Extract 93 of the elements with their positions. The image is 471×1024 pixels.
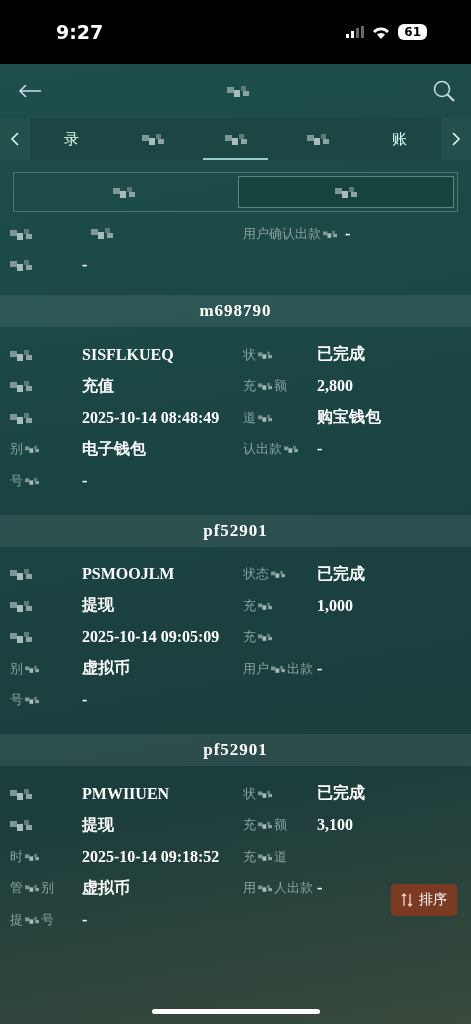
field-label: 额 <box>274 816 287 835</box>
pixelated-label <box>10 819 32 832</box>
field-label: 状 <box>243 784 256 803</box>
field-label: 号 <box>10 471 23 490</box>
pixelated-label <box>10 631 32 644</box>
field-value: - <box>82 910 88 928</box>
field-value: - <box>317 879 323 898</box>
field-value: 2025-10-14 09:05:09 <box>82 628 220 646</box>
field-value: 充值 <box>82 376 114 394</box>
field-value: 购宝钱包 <box>317 407 381 428</box>
field-label: 状态 <box>243 565 269 584</box>
card-title: pf52901 <box>0 734 471 766</box>
field-value: - <box>345 224 351 243</box>
field-value: 1,000 <box>317 596 353 615</box>
pixelated-label <box>25 443 39 456</box>
field-value: 3,100 <box>317 816 353 835</box>
scroll-right-button[interactable] <box>441 118 471 160</box>
field-value: 电子钱包 <box>82 439 146 457</box>
field-value: 已完成 <box>317 563 365 584</box>
pixelated-label <box>10 599 32 612</box>
pixelated-label <box>284 443 298 456</box>
field-label: 用户确认出款 <box>243 224 321 243</box>
field-label: 提 <box>10 910 23 929</box>
pixelated-label <box>10 568 32 581</box>
field-label: 出款 <box>287 659 313 678</box>
field-label: 充 <box>243 596 256 615</box>
field-label: 充 <box>243 847 256 866</box>
clock-time: 9:27 <box>56 21 104 43</box>
tab[interactable]: 账 <box>358 118 441 160</box>
tab[interactable]: 录 <box>30 118 113 160</box>
pixelated-label <box>258 380 272 393</box>
pixelated-label <box>10 787 32 800</box>
pixelated-label <box>25 694 39 707</box>
field-label: 别 <box>10 659 23 678</box>
field-value: - <box>82 471 88 489</box>
field-label: 别 <box>10 440 23 459</box>
field-value: - <box>317 659 323 678</box>
field-label: 用户 <box>243 659 269 678</box>
pixelated-label <box>271 568 285 581</box>
field-label: 道 <box>274 847 287 866</box>
field-value: - <box>82 256 88 274</box>
wifi-icon <box>372 25 391 39</box>
pixelated-label <box>258 882 272 895</box>
pixelated-label <box>25 882 39 895</box>
pixelated-label <box>10 259 32 272</box>
field-value: 2025-10-14 08:48:49 <box>82 408 220 426</box>
sort-icon <box>401 893 413 907</box>
field-label: 用 <box>243 879 256 898</box>
scroll-left-button[interactable] <box>0 118 30 160</box>
field-label: 人出款 <box>274 879 313 898</box>
field-value: 提现 <box>82 596 114 614</box>
pixelated-label <box>332 186 359 198</box>
field-value: - <box>317 440 323 459</box>
field-value: - <box>82 691 88 709</box>
field-label: 管 <box>10 879 23 898</box>
field-label: 状 <box>243 345 256 364</box>
field-label: 充 <box>243 628 256 647</box>
pixelated-label <box>10 227 32 240</box>
segment-option[interactable] <box>237 176 454 208</box>
field-label: 时 <box>10 847 23 866</box>
field-value: 提现 <box>82 815 114 833</box>
card-title: m698790 <box>0 295 471 327</box>
field-value: PSMOOJLM <box>82 565 175 583</box>
field-label: 号 <box>41 910 54 929</box>
field-label: 别 <box>41 879 54 898</box>
field-value: SISFLKUEQ <box>82 345 174 363</box>
chevron-right-icon <box>451 132 461 146</box>
battery-level: 61 <box>398 24 427 40</box>
chevron-left-icon <box>10 132 20 146</box>
field-value: 已完成 <box>317 783 365 804</box>
pixelated-label <box>258 631 272 644</box>
pixelated-label <box>258 819 272 832</box>
signal-icon <box>346 26 365 38</box>
pixelated-label <box>10 380 32 393</box>
card-title: pf52901 <box>0 514 471 547</box>
search-icon[interactable] <box>433 80 455 102</box>
field-label: 充 <box>243 816 256 835</box>
field-value: PMWIIUEN <box>82 784 170 802</box>
back-arrow-icon[interactable] <box>18 83 42 99</box>
field-label: 号 <box>10 691 23 710</box>
field-value: 2,800 <box>317 377 353 396</box>
field-label: 充 <box>243 377 256 396</box>
pixelated-label <box>10 411 32 424</box>
field-value: 虚拟币 <box>82 659 130 677</box>
field-value: 2025-10-14 09:18:52 <box>82 847 220 865</box>
field-label: 道 <box>243 408 256 427</box>
field-label: 认出款 <box>243 440 282 459</box>
pixelated-label <box>111 186 138 198</box>
sort-button[interactable]: 排序 <box>391 884 457 916</box>
pixelated-label <box>10 348 32 361</box>
field-label: 额 <box>274 377 287 396</box>
field-value: 虚拟币 <box>82 878 130 896</box>
field-value: 已完成 <box>317 344 365 365</box>
